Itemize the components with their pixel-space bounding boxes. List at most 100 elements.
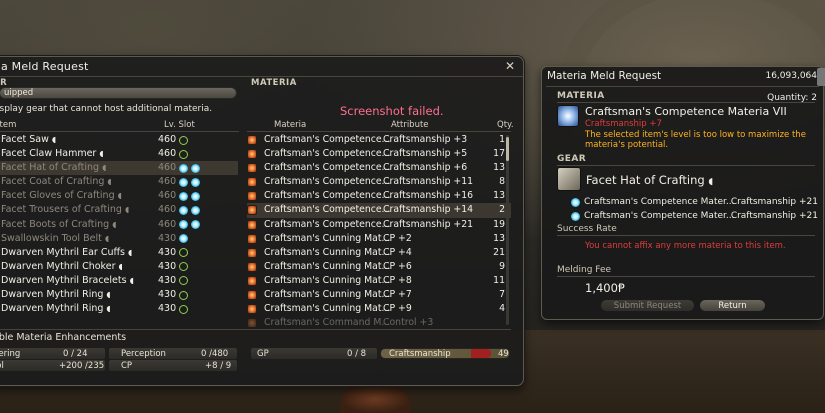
materia-scrollbar[interactable] xyxy=(506,135,509,325)
hq-icon: ◖ xyxy=(107,177,112,187)
hq-icon: ◖ xyxy=(112,219,117,229)
materia-row[interactable]: Craftsman's Competence... Craftsmanship +… xyxy=(247,189,511,203)
materia-row[interactable]: Craftsman's Cunning Mat... CP +8 11 xyxy=(247,274,511,288)
filled-slot-icon xyxy=(179,191,188,201)
gear-row[interactable]: Facet Hat of Crafting ◖ 460 xyxy=(0,161,238,176)
materia-icon xyxy=(247,247,257,258)
gear-name: Dwarven Mythril Ring ◖ xyxy=(1,303,111,314)
gear-row[interactable]: Dwarven Mythril Bracelets ◖ 430 xyxy=(0,274,238,288)
gear-name: Dwarven Mythril Ear Cuffs ◖ xyxy=(1,247,132,258)
selected-gear-name: Facet Hat of Crafting ◖ xyxy=(586,173,713,187)
close-icon[interactable]: ✕ xyxy=(503,59,517,73)
materia-row[interactable]: Craftsman's Cunning Mat... CP +2 13 xyxy=(247,232,511,246)
gear-row[interactable]: Facet Saw ◖ 460 xyxy=(0,133,238,147)
materia-column-header[interactable]: Materia xyxy=(274,120,306,130)
gear-level: 460 xyxy=(158,204,177,216)
materia-row[interactable]: Craftsman's Cunning Mat... CP +4 21 xyxy=(247,246,511,260)
fee-rule xyxy=(557,276,815,277)
filled-slot-icon xyxy=(179,220,188,230)
lv-slot-column-header[interactable]: Lv. Slot xyxy=(164,120,195,130)
stat-label-1: hering xyxy=(0,349,21,359)
item-column-header[interactable]: Item xyxy=(0,120,16,130)
gear-name-text: Facet Coat of Crafting xyxy=(1,176,105,188)
gear-row[interactable]: Facet Claw Hammer ◖ 460 xyxy=(0,147,238,161)
materia-name: Craftsman's Competence... xyxy=(264,204,391,216)
hq-icon: ◖ xyxy=(102,163,107,173)
gear-row[interactable]: Dwarven Mythril Ring ◖ 430 xyxy=(0,302,238,316)
gear-row[interactable]: Facet Trousers of Crafting ◖ 460 xyxy=(0,203,238,217)
gear-row[interactable]: Swallowskin Tool Belt ◖ 430 xyxy=(0,232,238,246)
success-rule xyxy=(557,235,815,236)
materia-attribute: Craftsmanship +11 xyxy=(383,176,474,188)
materia-name: Craftsman's Competence... xyxy=(264,134,391,145)
materia-name: Craftsman's Cunning Mat... xyxy=(264,289,391,301)
gear-row[interactable]: Dwarven Mythril Ear Cuffs ◖ 430 xyxy=(0,246,238,260)
gear-name: Facet Coat of Crafting ◖ xyxy=(1,176,112,187)
materia-row[interactable]: Craftsman's Competence... Craftsmanship +… xyxy=(247,161,511,175)
materia-row[interactable]: Craftsman's Cunning Mat... CP +7 7 xyxy=(247,288,511,302)
materia-row[interactable]: Craftsman's Competence... Craftsmanship +… xyxy=(247,175,511,189)
materia-rule xyxy=(557,102,815,103)
filled-slot-icon xyxy=(179,234,188,244)
materia-icon xyxy=(247,318,257,329)
hq-icon: ◖ xyxy=(129,275,134,285)
hq-icon: ◖ xyxy=(128,247,133,257)
gear-name-text: Facet Gloves of Crafting xyxy=(1,190,115,202)
gear-row[interactable]: Facet Coat of Crafting ◖ 460 xyxy=(0,175,238,189)
materia-icon xyxy=(247,233,257,244)
gear-filter-dropdown[interactable]: uipped xyxy=(0,87,237,99)
gear-list: Facet Saw ◖ 460 Facet Claw Hammer ◖ 460 Facet … xyxy=(0,133,238,316)
melding-fee-label: Melding Fee xyxy=(557,265,612,275)
empty-slot-icon xyxy=(179,248,188,258)
materia-row[interactable]: Craftsman's Competence... Craftsmanship +… xyxy=(247,218,511,232)
gear-name-text: Facet Hat of Crafting xyxy=(1,162,100,174)
hq-icon: ◖ xyxy=(51,135,57,144)
gear-name-text: Facet Claw Hammer xyxy=(1,148,97,160)
materia-icon xyxy=(557,105,579,127)
materia-qty: 4 xyxy=(499,303,505,315)
gear-name-text: Dwarven Mythril Ring xyxy=(1,289,104,301)
character-model xyxy=(340,385,410,413)
gear-level: 430 xyxy=(158,260,177,272)
materia-row[interactable]: Craftsman's Competence... Craftsmanship +… xyxy=(247,147,511,161)
meld-name-2: Craftsman's Competence Mater... xyxy=(584,211,735,221)
gear-row[interactable]: Dwarven Mythril Choker ◖ 430 xyxy=(0,260,238,274)
gear-row[interactable]: Facet Boots of Crafting ◖ 460 xyxy=(0,218,238,232)
filled-slot-icon xyxy=(191,205,200,215)
gear-row[interactable]: Dwarven Mythril Ring ◖ 430 xyxy=(0,288,238,302)
gear-name: Facet Trousers of Crafting ◖ xyxy=(1,204,129,215)
materia-row[interactable]: Craftsman's Cunning Mat... CP +9 4 xyxy=(247,302,511,316)
scrollbar-thumb[interactable] xyxy=(506,137,509,161)
display-gear-checkbox[interactable]: isplay gear that cannot host additional … xyxy=(0,104,212,114)
gear-row[interactable]: Facet Gloves of Crafting ◖ 460 xyxy=(0,189,238,203)
craftsmanship-label: Craftsmanship xyxy=(389,349,451,359)
return-button[interactable]: Return xyxy=(699,299,766,312)
submit-request-button[interactable]: Submit Request xyxy=(600,299,695,312)
materia-qty: 17 xyxy=(493,148,505,160)
level-warning: The selected item's level is too low to … xyxy=(585,130,806,150)
hq-icon: ◖ xyxy=(117,191,122,201)
gear-name: Facet Gloves of Crafting ◖ xyxy=(1,190,122,201)
materia-qty: 9 xyxy=(499,260,505,272)
stats-title: able Materia Enhancements xyxy=(0,332,127,343)
materia-row[interactable]: Craftsman's Cunning Mat... CP +6 9 xyxy=(247,260,511,274)
stats-divider xyxy=(0,329,511,330)
gear-level: 460 xyxy=(158,148,177,160)
materia-section-label: MATERIA xyxy=(251,78,297,88)
qty-column-header[interactable]: Qty. xyxy=(497,120,514,130)
materia-attribute: CP +2 xyxy=(383,232,412,244)
hq-icon: ◖ xyxy=(106,290,111,300)
meld-name-1: Craftsman's Competence Mater... xyxy=(584,197,735,207)
materia-icon xyxy=(247,261,257,272)
materia-row[interactable]: Craftsman's Competence... Craftsmanship +… xyxy=(247,203,511,218)
materia-row[interactable]: Craftsman's Competence... Craftsmanship +… xyxy=(247,133,511,147)
side-tab-icon[interactable] xyxy=(817,68,825,86)
melding-fee: 1,400Ᵽ xyxy=(585,281,625,295)
gear-name-text: Facet Boots of Crafting xyxy=(1,218,110,230)
materia-name: Craftsman's Competence... xyxy=(264,162,391,174)
filled-slot-icon xyxy=(191,163,200,173)
materia-qty: 11 xyxy=(493,274,505,286)
attribute-column-header[interactable]: Attribute xyxy=(391,120,429,130)
gp-value: 0 / 8 xyxy=(347,349,367,359)
hq-icon: ◖ xyxy=(708,177,714,187)
